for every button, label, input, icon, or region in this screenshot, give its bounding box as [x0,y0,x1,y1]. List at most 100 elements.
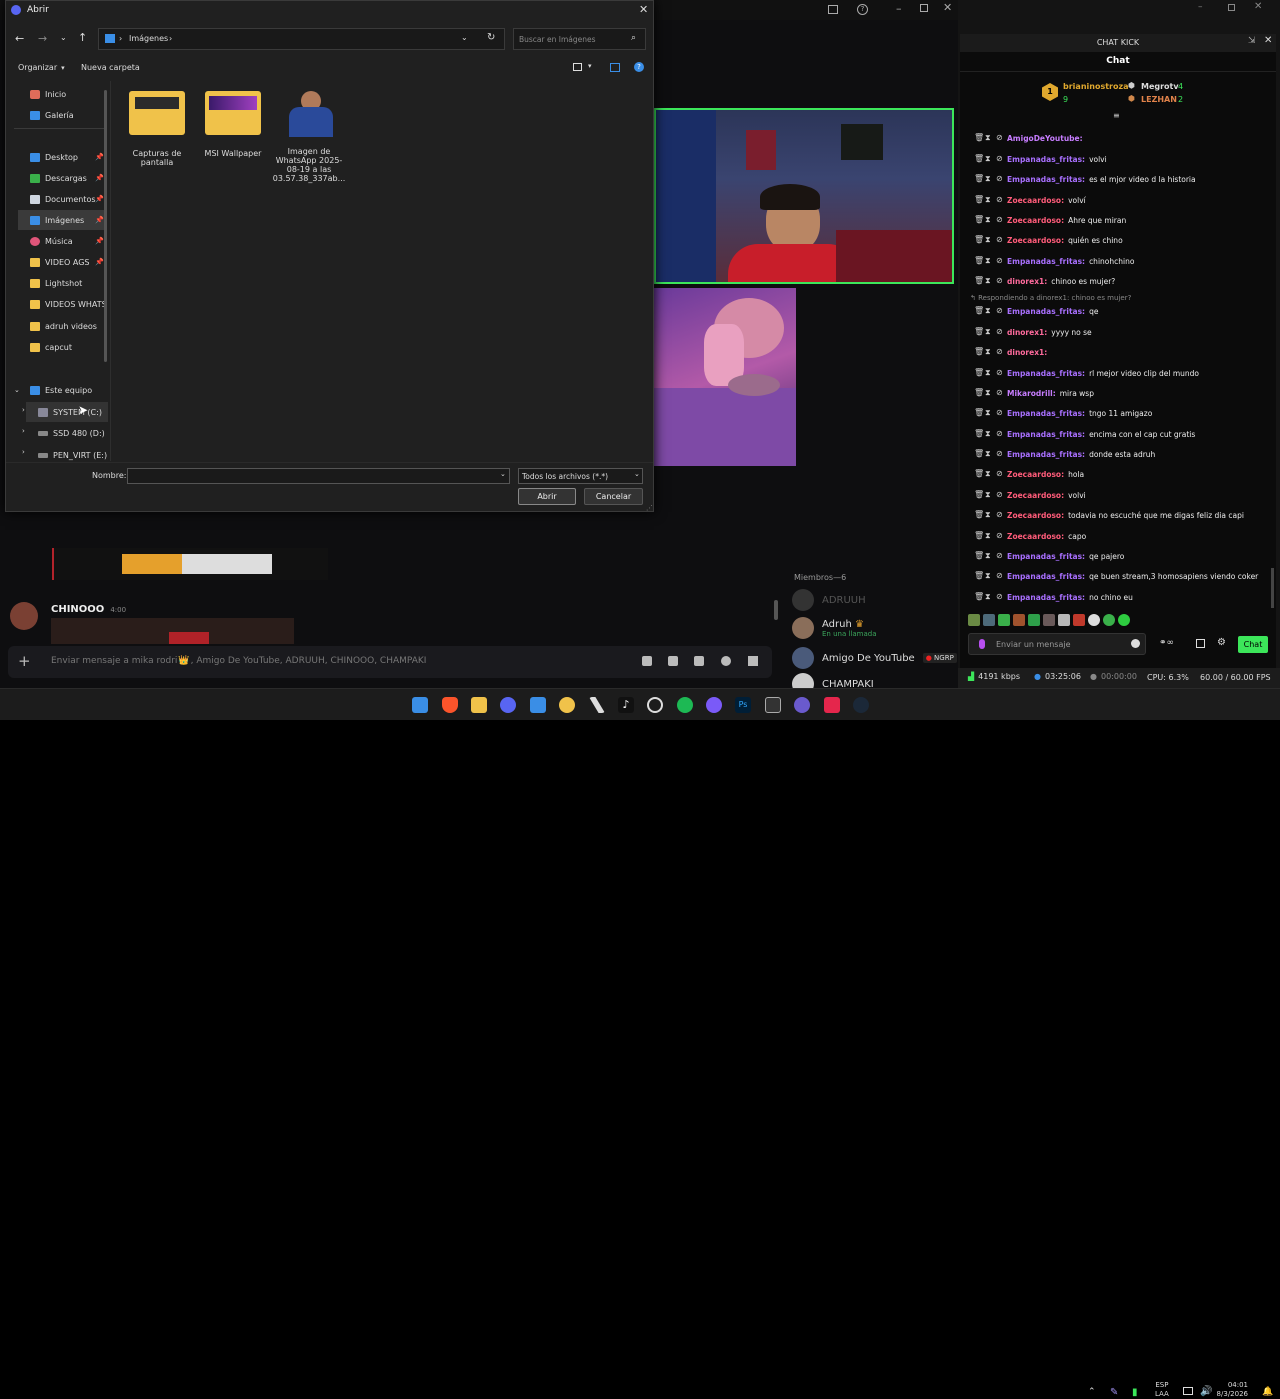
nav-scrollbar[interactable] [104,90,107,362]
chat-message[interactable]: 🗑 ⧗ ⊘ Empanadas_fritas: qe pajero [974,549,1124,563]
emoji-icon[interactable] [1131,639,1140,648]
photos-icon[interactable] [530,697,546,713]
timeout-icon[interactable]: ⧗ [985,236,992,244]
chat-message[interactable]: 🗑 ⧗ ⊘ Empanadas_fritas: donde esta adruh [974,447,1155,461]
trash-icon[interactable]: 🗑 [974,450,984,458]
ban-icon[interactable]: ⊘ [996,216,1003,224]
tiktok-studio-icon[interactable] [824,697,840,713]
chat-message[interactable]: 🗑 ⧗ ⊘ Empanadas_fritas: volvi [974,152,1107,166]
language-indicator[interactable]: ESP LAA [1155,1381,1169,1399]
timeout-icon[interactable]: ⧗ [985,470,992,478]
chat-username[interactable]: Zoecaardoso: [1007,511,1064,520]
up-icon[interactable]: ↑ [78,31,87,44]
nav-item-videos-whats[interactable]: VIDEOS WHATS [18,294,106,314]
pen-icon[interactable]: ✎ [1110,1387,1118,1398]
timeout-icon[interactable]: ⧗ [985,491,992,499]
chat-username[interactable]: dinorex1: [1007,328,1047,337]
file-explorer-icon[interactable] [471,697,487,713]
timeout-icon[interactable]: ⧗ [985,155,992,163]
nav-item-pen-virt-e[interactable]: PEN_VIRT (E:) [26,445,108,462]
clock[interactable]: 04:01 8/3/2026 [1214,1381,1248,1399]
ban-icon[interactable]: ⊘ [996,257,1003,265]
open-button[interactable]: Abrir [518,488,576,505]
close-icon[interactable]: ✕ [1254,1,1262,12]
trash-icon[interactable]: 🗑 [974,511,984,519]
chat-message[interactable]: 🗑 ⧗ ⊘ Empanadas_fritas: tngo 11 amigazo [974,406,1152,420]
back-icon[interactable]: ← [15,32,24,45]
chat-message[interactable]: 🗑 ⧗ ⊘ dinorex1: chinoo es mujer? [974,274,1115,288]
nav-item-video-ags[interactable]: VIDEO AGS 📌 [18,252,106,272]
timeout-icon[interactable]: ⧗ [985,572,992,580]
chat-username[interactable]: Empanadas_fritas: [1007,409,1085,418]
maximize-icon[interactable] [1228,4,1235,11]
ban-icon[interactable]: ⊘ [996,134,1003,142]
scrollbar[interactable] [774,600,778,620]
filename-field[interactable]: ⌄ [127,468,510,484]
chat-message[interactable]: 🗑 ⧗ ⊘ Zoecaardoso: volví [974,193,1086,207]
emote-icon[interactable] [1043,614,1055,626]
timeout-icon[interactable]: ⧗ [985,196,992,204]
network-icon[interactable] [1183,1387,1193,1395]
emote-icon[interactable] [1103,614,1115,626]
ban-icon[interactable]: ⊘ [996,511,1003,519]
chat-username[interactable]: Empanadas_fritas: [1007,572,1085,581]
app-icon[interactable] [559,697,575,713]
trash-icon[interactable]: 🗑 [974,155,984,163]
gear-icon[interactable]: ⚙ [1217,637,1226,648]
view-icon[interactable] [573,63,582,71]
chat-username[interactable]: Empanadas_fritas: [1007,369,1085,378]
timeout-icon[interactable]: ⧗ [985,593,992,601]
nav-item-imagenes[interactable]: Imágenes 📌 [18,210,106,230]
chat-username[interactable]: Empanadas_fritas: [1007,430,1085,439]
close-icon[interactable]: ✕ [1264,35,1272,46]
ban-icon[interactable]: ⊘ [996,572,1003,580]
apps-icon[interactable] [748,656,758,666]
message-image[interactable] [51,618,294,644]
emote-icon[interactable] [968,614,980,626]
trash-icon[interactable]: 🗑 [974,328,984,336]
trash-icon[interactable]: 🗑 [974,257,984,265]
timeout-icon[interactable]: ⧗ [985,175,992,183]
chat-message[interactable]: 🗑 ⧗ ⊘ Mikarodrill: mira wsp [974,386,1094,400]
nav-item-descargas[interactable]: Descargas 📌 [18,168,106,188]
message-input-bar[interactable]: + Enviar mensaje a mika rodri 👑 , Amigo … [8,646,772,678]
chat-message[interactable]: 🗑 ⧗ ⊘ Zoecaardoso: quién es chino [974,233,1123,247]
chevron-down-icon[interactable]: ⌄ [60,33,67,42]
chat-username[interactable]: dinorex1: [1007,277,1047,286]
timeout-icon[interactable]: ⧗ [985,307,992,315]
tab-chat[interactable]: Chat [960,56,1276,66]
chat-username[interactable]: Empanadas_fritas: [1007,257,1085,266]
gift-icon[interactable] [642,656,652,666]
member-item[interactable]: Amigo De YouTube ● NGRP [792,647,957,669]
chat-message[interactable]: 🗑 ⧗ ⊘ Zoecaardoso: Ahre que miran [974,213,1126,227]
member-item[interactable]: Adruh ♛ En una llamada [792,617,877,639]
chevron-right-icon[interactable]: › [22,448,25,456]
chrome-icon[interactable] [647,697,663,713]
timeout-icon[interactable]: ⧗ [985,277,992,285]
chat-message[interactable]: 🗑 ⧗ ⊘ dinorex1: [974,345,1051,359]
trash-icon[interactable]: 🗑 [974,409,984,417]
plus-icon[interactable]: + [18,652,31,670]
ban-icon[interactable]: ⊘ [996,430,1003,438]
chat-username[interactable]: Mikarodrill: [1007,389,1056,398]
member-item[interactable]: ADRUUH [792,589,866,611]
ban-icon[interactable]: ⊘ [996,491,1003,499]
chat-username[interactable]: Empanadas_fritas: [1007,593,1085,602]
chat-username[interactable]: dinorex1: [1007,348,1047,357]
app-icon[interactable] [706,697,722,713]
ban-icon[interactable]: ⊘ [996,236,1003,244]
chevron-down-icon[interactable]: ⌄ [461,33,468,42]
ban-icon[interactable]: ⊘ [996,450,1003,458]
file-item-msi-wallpaper[interactable]: MSI Wallpaper [195,91,271,158]
timeout-icon[interactable]: ⧗ [985,389,992,397]
chat-message[interactable]: 🗑 ⧗ ⊘ Empanadas_fritas: qe [974,304,1098,318]
ban-icon[interactable]: ⊘ [996,277,1003,285]
chat-message[interactable]: 🗑 ⧗ ⊘ dinorex1: yyyy no se [974,325,1092,339]
emote-icon[interactable] [983,614,995,626]
volume-icon[interactable]: 🔊 [1200,1386,1212,1397]
timeout-icon[interactable]: ⧗ [985,552,992,560]
nav-item-galeria[interactable]: Galería [18,105,106,125]
mic-icon[interactable]: ▮ [1132,1387,1138,1398]
emoji-icon[interactable] [721,656,731,666]
chat-username[interactable]: Empanadas_fritas: [1007,307,1085,316]
